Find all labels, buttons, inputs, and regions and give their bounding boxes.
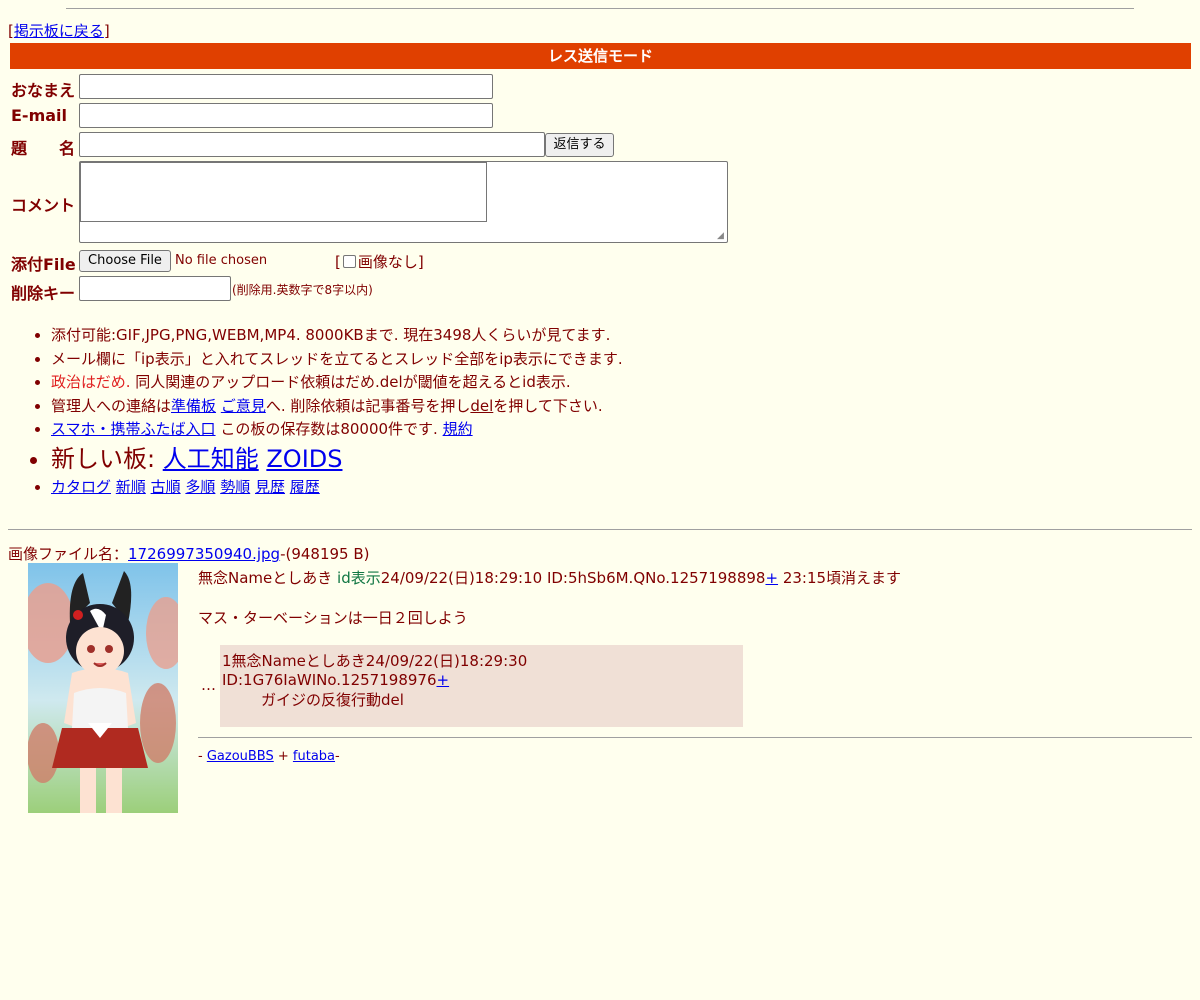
list-item: スマホ・携帯ふたば入口 この板の保存数は80000件です. 規約 [51, 418, 623, 442]
gazoubbs-link[interactable]: GazouBBS [207, 749, 274, 764]
list-item: 新しい板: 人工知能 ZOIDS [51, 442, 623, 476]
delete-key-hint: (削除用.英数字で8字以内) [232, 283, 373, 297]
view-history-link[interactable]: 見歴 [255, 478, 285, 496]
image-file-link[interactable]: 1726997350940.jpg [128, 545, 280, 563]
quote-plus-link[interactable]: + [765, 569, 778, 587]
file-status: No file chosen [175, 253, 268, 268]
name-label: おなまえ [11, 81, 76, 100]
back-to-board-link[interactable]: 掲示板に戻る [14, 22, 104, 40]
thread-divider [8, 529, 1192, 530]
list-item: メール欄に「ip表示」と入れてスレッドを立てるとスレッド全部をip表示にできます… [51, 348, 623, 372]
feedback-link[interactable]: ご意見 [221, 397, 266, 415]
subject-input[interactable] [79, 132, 545, 157]
name-input[interactable] [79, 74, 493, 99]
reply-ellipsis: … [201, 676, 216, 694]
choose-file-button[interactable]: Choose File [79, 250, 171, 272]
sort-momentum-link[interactable]: 勢順 [220, 478, 250, 496]
subject-label: 題 名 [11, 139, 76, 158]
thumbnail-illustration [28, 563, 178, 813]
futaba-link[interactable]: futaba [293, 749, 335, 764]
terms-link[interactable]: 規約 [443, 420, 473, 438]
footer-divider [198, 737, 1192, 738]
list-item: カタログ 新順 古順 多順 勢順 見歴 履歴 [51, 476, 623, 500]
ai-board-link[interactable]: 人工知能 [163, 445, 259, 473]
no-image-option: [画像なし] [335, 253, 424, 271]
email-label: E-mail [11, 106, 68, 125]
email-input[interactable] [79, 103, 493, 128]
reply-plus-link[interactable]: + [437, 671, 450, 689]
resize-grip-icon[interactable]: ◢ [717, 232, 726, 241]
reply-header: 1無念Nameとしあき24/09/22(日)18:29:30 ID:1G76Ia… [222, 652, 528, 689]
board-rules-list: 添付可能:GIF,JPG,PNG,WEBM,MP4. 8000KBまで. 現在3… [30, 324, 623, 499]
prep-board-link[interactable]: 準備板 [171, 397, 216, 415]
reply-mode-bar: レス送信モード [10, 43, 1191, 69]
top-divider [66, 8, 1134, 9]
zoids-board-link[interactable]: ZOIDS [266, 445, 342, 473]
file-label: 添付File [11, 255, 76, 274]
image-file-info: 画像ファイル名：1726997350940.jpg-(948195 B) [8, 545, 370, 563]
delete-key-input[interactable] [79, 276, 231, 301]
reply-submit-button[interactable]: 返信する [545, 133, 614, 157]
id-display-label: id表示 [337, 569, 381, 587]
thread-thumbnail-image[interactable] [28, 563, 178, 813]
comment-textarea-inner[interactable] [80, 162, 487, 222]
catalog-link[interactable]: カタログ [51, 478, 111, 496]
post-history-link[interactable]: 履歴 [290, 478, 320, 496]
back-nav: [掲示板に戻る] [8, 22, 110, 40]
no-image-checkbox[interactable] [342, 255, 356, 268]
delete-key-label: 削除キー [11, 284, 76, 303]
reply-body: ガイジの反復行動del [261, 691, 404, 709]
footer-credits: - GazouBBS + futaba- [198, 749, 340, 764]
list-item: 添付可能:GIF,JPG,PNG,WEBM,MP4. 8000KBまで. 現在3… [51, 324, 623, 348]
list-item: 政治はだめ. 同人関連のアップロード依頼はだめ.delが閾値を超えるとid表示. [51, 371, 623, 395]
mobile-entry-link[interactable]: スマホ・携帯ふたば入口 [51, 420, 216, 438]
reply-post: 1無念Nameとしあき24/09/22(日)18:29:30 ID:1G76Ia… [220, 645, 743, 727]
sort-new-link[interactable]: 新順 [116, 478, 146, 496]
list-item: 管理人への連絡は準備板 ご意見へ. 削除依頼は記事番号を押しdelを押して下さい… [51, 395, 623, 419]
comment-label: コメント [11, 196, 76, 215]
post-header: 無念Nameとしあき id表示24/09/22(日)18:29:10 ID:5h… [198, 569, 902, 587]
no-image-label: 画像なし [357, 253, 418, 271]
post-body: マス・ターベーションは一日２回しよう [198, 609, 468, 627]
sort-old-link[interactable]: 古順 [151, 478, 181, 496]
sort-most-link[interactable]: 多順 [185, 478, 215, 496]
